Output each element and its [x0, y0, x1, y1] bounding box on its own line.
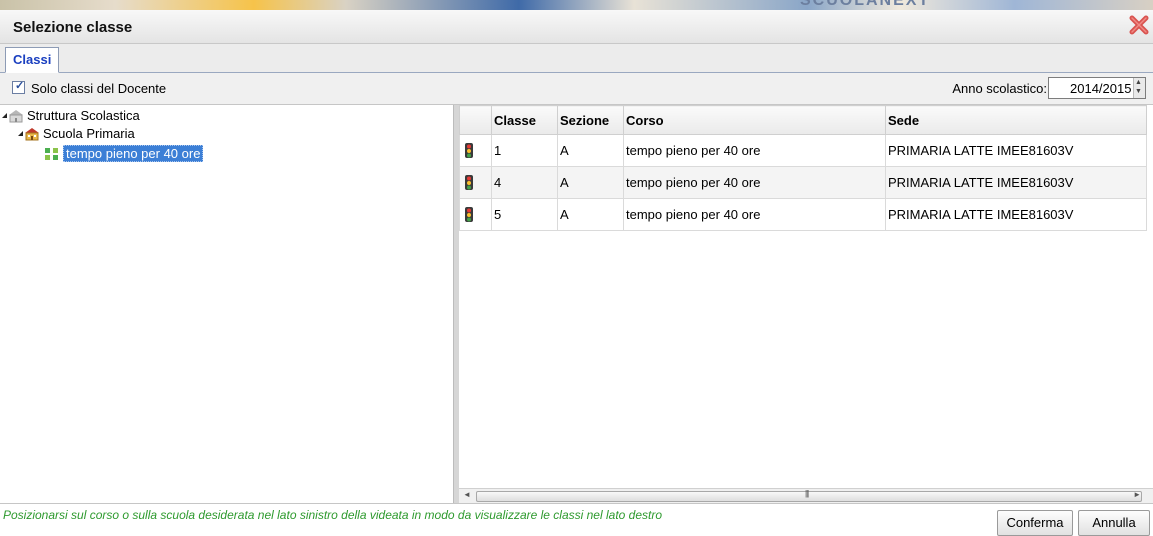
table-header-row: Classe Sezione Corso Sede: [459, 105, 1147, 135]
anno-scolastico-spinner[interactable]: 2014/2015 ▲ ▼: [1048, 77, 1146, 99]
tree-node-scuola[interactable]: Scuola Primaria: [18, 126, 135, 141]
col-header-corso[interactable]: Corso: [623, 105, 886, 135]
status-cell: [459, 134, 492, 167]
cell-sede: PRIMARIA LATTE IMEE81603V: [885, 198, 1147, 231]
checkmark-icon: ✓: [15, 80, 25, 92]
tab-classi[interactable]: Classi: [5, 47, 60, 73]
dialog-titlebar: Selezione classe: [0, 10, 1153, 44]
col-header-classe[interactable]: Classe: [491, 105, 558, 135]
dialog-title: Selezione classe: [13, 19, 133, 36]
col-header-status[interactable]: [459, 105, 492, 135]
col-header-sezione[interactable]: Sezione: [557, 105, 624, 135]
scrollbar-thumb[interactable]: |||: [476, 489, 1142, 502]
classes-table: Classe Sezione Corso Sede 1 A tempo pien…: [459, 105, 1147, 231]
col-header-sede[interactable]: Sede: [885, 105, 1147, 135]
grip-icon: |||: [805, 489, 809, 498]
scroll-right-icon[interactable]: ►: [1133, 490, 1141, 499]
tab-strip: Classi: [0, 44, 1153, 73]
classes-grid-panel: Classe Sezione Corso Sede 1 A tempo pien…: [459, 105, 1153, 503]
spin-up-icon[interactable]: ▲: [1135, 79, 1142, 86]
cell-classe: 1: [491, 134, 558, 167]
status-message: Posizionarsi sul corso o sulla scuola de…: [3, 508, 663, 522]
status-bar: Posizionarsi sul corso o sulla scuola de…: [0, 503, 1153, 536]
app-banner: SCUOLANEXT: [0, 0, 1153, 10]
scroll-left-icon[interactable]: ◄: [463, 490, 471, 499]
cell-sezione: A: [557, 166, 624, 199]
tree-node-struttura[interactable]: Struttura Scolastica: [2, 108, 140, 123]
cell-corso: tempo pieno per 40 ore: [623, 166, 886, 199]
spinner-buttons[interactable]: ▲ ▼: [1133, 78, 1145, 98]
anno-scolastico-value: 2014/2015: [1070, 81, 1132, 96]
tree-node-corso[interactable]: tempo pieno per 40 ore: [44, 145, 204, 162]
close-icon[interactable]: [1128, 14, 1150, 36]
traffic-light-icon: [465, 142, 473, 158]
table-row[interactable]: 4 A tempo pieno per 40 ore PRIMARIA LATT…: [459, 166, 1147, 199]
structure-tree-panel: Struttura Scolastica Scuola Primaria tem…: [0, 105, 453, 503]
solo-classi-checkbox[interactable]: ✓: [12, 80, 25, 94]
traffic-light-icon: [465, 174, 473, 190]
solo-classi-label: Solo classi del Docente: [31, 81, 167, 96]
table-row[interactable]: 5 A tempo pieno per 40 ore PRIMARIA LATT…: [459, 198, 1147, 231]
cell-sezione: A: [557, 134, 624, 167]
cell-sede: PRIMARIA LATTE IMEE81603V: [885, 134, 1147, 167]
school-icon: [25, 127, 39, 140]
cell-classe: 4: [491, 166, 558, 199]
expand-triangle-icon[interactable]: [18, 131, 23, 136]
horizontal-scrollbar[interactable]: ◄ ||| ►: [459, 488, 1153, 503]
status-cell: [459, 166, 492, 199]
cell-sezione: A: [557, 198, 624, 231]
cell-corso: tempo pieno per 40 ore: [623, 198, 886, 231]
cancel-button[interactable]: Annulla: [1078, 510, 1150, 536]
cell-sede: PRIMARIA LATTE IMEE81603V: [885, 166, 1147, 199]
tree-label-struttura: Struttura Scolastica: [27, 108, 140, 123]
anno-scolastico-label: Anno scolastico:: [952, 81, 1047, 96]
cell-corso: tempo pieno per 40 ore: [623, 134, 886, 167]
traffic-light-icon: [465, 206, 473, 222]
table-row[interactable]: 1 A tempo pieno per 40 ore PRIMARIA LATT…: [459, 134, 1147, 167]
course-icon: [45, 147, 58, 160]
school-building-icon: [9, 109, 23, 122]
confirm-button[interactable]: Conferma: [997, 510, 1073, 536]
spin-down-icon[interactable]: ▼: [1135, 88, 1142, 95]
status-cell: [459, 198, 492, 231]
tree-label-scuola: Scuola Primaria: [43, 126, 135, 141]
expand-triangle-icon[interactable]: [2, 113, 7, 118]
tree-label-corso: tempo pieno per 40 ore: [63, 145, 204, 162]
cell-classe: 5: [491, 198, 558, 231]
filter-toolbar: ✓ Solo classi del Docente Anno scolastic…: [0, 73, 1153, 105]
